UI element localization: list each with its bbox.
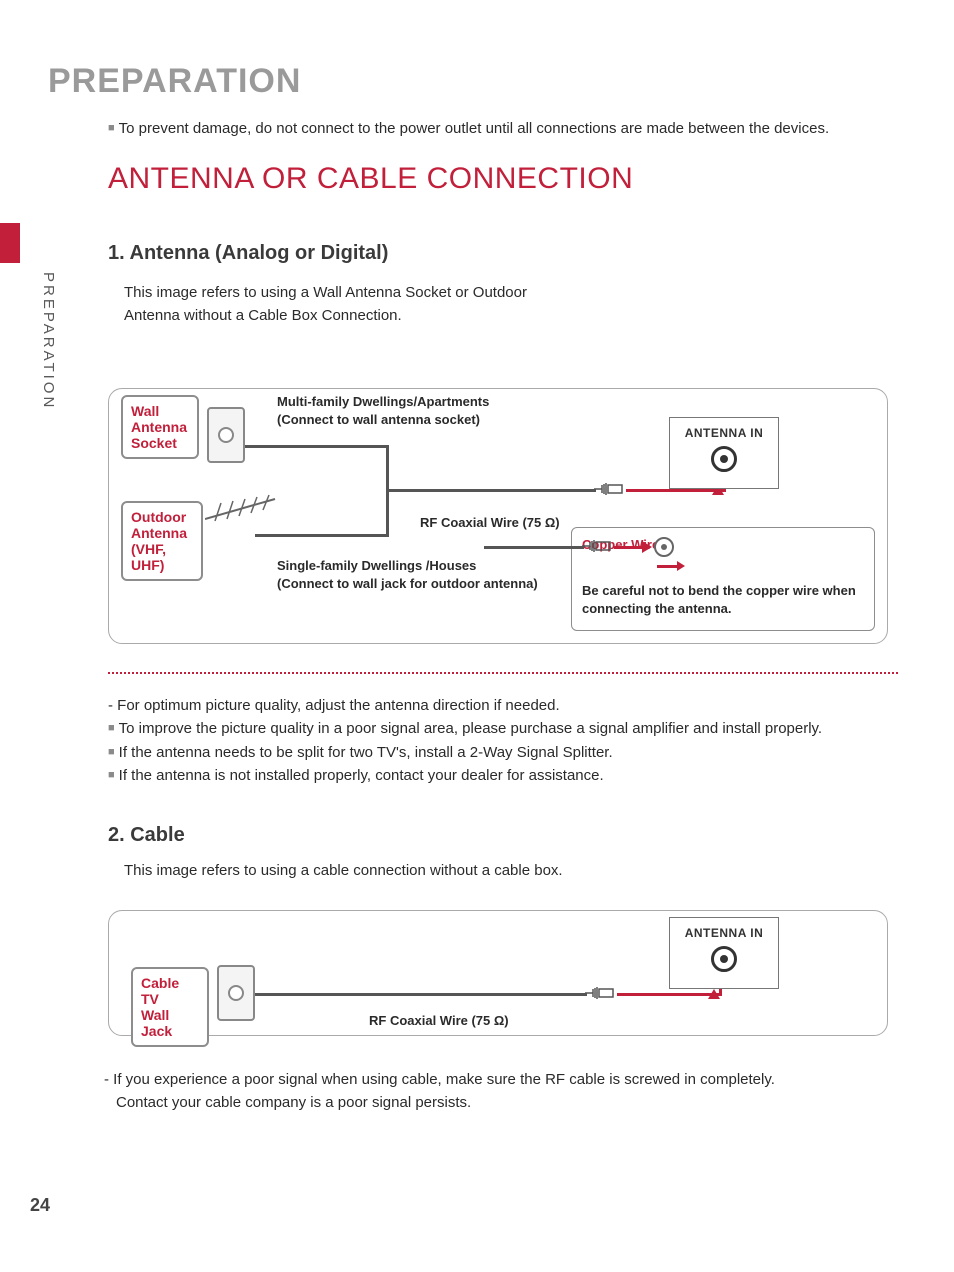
subsection-1-description: This image refers to using a Wall Antenn…	[124, 282, 527, 327]
wire-line	[255, 993, 587, 996]
cable-tv-wall-jack-label: Cable TV Wall Jack	[131, 967, 209, 1047]
warning-text: To prevent damage, do not connect to the…	[119, 120, 829, 137]
bullet-icon: ■	[108, 722, 115, 734]
side-tab	[0, 223, 20, 263]
desc1-line2: Antenna without a Cable Box Connection.	[124, 307, 402, 324]
coax-port-icon	[654, 537, 674, 557]
rf-coaxial-label: RF Coaxial Wire (75 Ω)	[420, 515, 560, 530]
cable-tv-wall-jack-text: Cable TV Wall Jack	[141, 975, 179, 1039]
rf-coaxial-label: RF Coaxial Wire (75 Ω)	[369, 1013, 509, 1028]
coax-connector-icon	[582, 538, 614, 554]
wire-line	[245, 445, 389, 448]
note-line: ■ If the antenna needs to be split for tw…	[108, 741, 822, 764]
copper-wire-detail-box: Copper Wire Be careful not to bend the c…	[571, 527, 875, 631]
coax-connector-icon	[594, 481, 626, 497]
bullet-icon: ■	[108, 122, 115, 134]
antenna-in-label: ANTENNA IN	[670, 418, 778, 440]
arrow-icon	[708, 989, 720, 999]
subsection-2-description: This image refers to using a cable conne…	[124, 862, 563, 879]
bullet-icon: ■	[108, 769, 115, 781]
desc1-line1: This image refers to using a Wall Antenn…	[124, 284, 527, 301]
copper-wire-note: Be careful not to bend the copper wire w…	[582, 582, 864, 618]
multi-family-label: Multi-family Dwellings/Apartments (Conne…	[277, 393, 489, 428]
note-text: To improve the picture quality in a poor…	[119, 720, 822, 737]
note-line: - For optimum picture quality, adjust th…	[108, 694, 822, 717]
side-label: PREPARATION	[40, 272, 57, 410]
wall-antenna-socket-label: Wall Antenna Socket	[121, 395, 199, 459]
single-family-text: Single-family Dwellings /Houses (Connect…	[277, 558, 538, 591]
note-line: - If you experience a poor signal when u…	[104, 1068, 775, 1091]
outdoor-antenna-icon	[205, 489, 285, 525]
note-text: If the antenna needs to be split for two…	[119, 744, 613, 761]
note-text: If the antenna is not installed properly…	[119, 767, 604, 784]
note-line: Contact your cable company is a poor sig…	[116, 1091, 775, 1114]
antenna-in-label: ANTENNA IN	[670, 918, 778, 940]
cable-notes: - If you experience a poor signal when u…	[104, 1068, 775, 1115]
subsection-2-heading: 2. Cable	[108, 824, 185, 847]
section-divider	[108, 672, 898, 674]
note-line: ■ If the antenna is not installed properl…	[108, 764, 822, 787]
cable-connection-diagram: Cable TV Wall Jack ANTENNA IN RF Coaxial…	[108, 910, 888, 1036]
coax-port-icon	[711, 946, 737, 972]
coax-port-icon	[711, 446, 737, 472]
antenna-connection-diagram: Wall Antenna Socket Outdoor Antenna (VHF…	[108, 388, 888, 644]
warning-note: ■ To prevent damage, do not connect to th…	[108, 120, 829, 137]
wire-line	[484, 546, 584, 549]
antenna-in-port: ANTENNA IN	[669, 417, 779, 489]
outdoor-antenna-text: Outdoor Antenna (VHF, UHF)	[131, 509, 187, 573]
wire-line	[255, 534, 389, 537]
copper-wire-arrow	[657, 565, 677, 568]
coax-connector-icon	[585, 985, 617, 1001]
arrow-icon	[642, 541, 652, 553]
wire-line-red	[617, 993, 722, 996]
single-family-label: Single-family Dwellings /Houses (Connect…	[277, 557, 538, 592]
multi-family-text: Multi-family Dwellings/Apartments (Conne…	[277, 394, 489, 427]
page-number: 24	[30, 1195, 50, 1216]
page-title: PREPARATION	[48, 62, 301, 101]
bullet-icon: ■	[108, 746, 115, 758]
antenna-in-port: ANTENNA IN	[669, 917, 779, 989]
section-title: ANTENNA OR CABLE CONNECTION	[108, 162, 633, 196]
wall-socket-icon	[207, 407, 245, 463]
antenna-notes: - For optimum picture quality, adjust th…	[108, 694, 822, 787]
subsection-1-heading: 1. Antenna (Analog or Digital)	[108, 242, 388, 265]
outdoor-antenna-label: Outdoor Antenna (VHF, UHF)	[121, 501, 203, 581]
wall-antenna-socket-text: Wall Antenna Socket	[131, 403, 187, 451]
wall-socket-icon	[217, 965, 255, 1021]
note-line: ■ To improve the picture quality in a poo…	[108, 717, 822, 740]
wire-line-red	[626, 489, 726, 492]
wire-line	[386, 489, 596, 492]
